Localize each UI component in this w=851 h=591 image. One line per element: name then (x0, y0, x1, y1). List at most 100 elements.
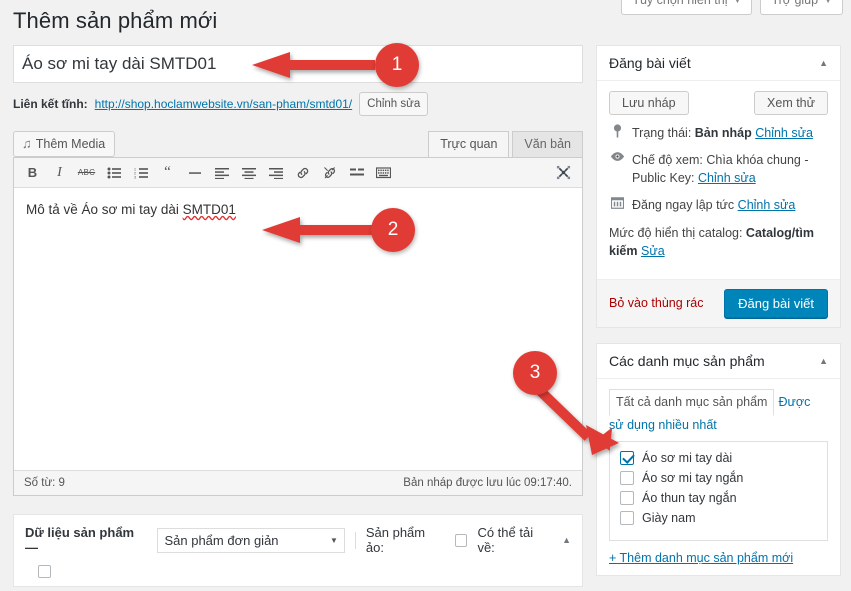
visibility-row: Chế độ xem: Chìa khóa chung - Public Key… (609, 151, 828, 187)
eye-icon (609, 151, 625, 166)
categories-box-title: Các danh mục sản phẩm (609, 352, 765, 369)
help-label: Trợ giúp (771, 0, 819, 7)
chevron-up-icon[interactable]: ▲ (819, 58, 828, 68)
edit-status-link[interactable]: Chỉnh sửa (755, 126, 813, 140)
list-item[interactable]: Áo thun tay ngắn (620, 491, 817, 506)
align-left-icon[interactable] (208, 160, 235, 186)
catalog-label: Mức độ hiển thị catalog: (609, 225, 746, 240)
catalog-visibility-row: Mức độ hiển thị catalog: Catalog/tìm kiế… (609, 224, 828, 260)
move-to-trash-link[interactable]: Bỏ vào thùng rác (609, 296, 704, 310)
status-value: Bản nháp (694, 126, 752, 140)
category-checkbox-ao-so-mi-tay-dai[interactable] (620, 451, 634, 466)
admin-page: Tùy chọn hiển thị ▼ Trợ giúp ▼ Thêm sản … (0, 0, 851, 588)
annotation-marker-1: 1 (375, 43, 419, 87)
chevron-up-icon[interactable]: ▲ (819, 356, 828, 366)
toolbar-toggle-icon[interactable] (370, 160, 397, 186)
tab-all-categories[interactable]: Tất cả danh mục sản phẩm (609, 388, 775, 416)
annotation-number: 3 (529, 362, 541, 383)
product-categories-box: Các danh mục sản phẩm ▲ Tất cả danh mục … (596, 342, 841, 577)
publish-button[interactable]: Đăng bài viết (724, 288, 828, 318)
help-button[interactable]: Trợ giúp ▼ (760, 0, 843, 15)
category-checkbox-ao-thun-tay-ngan[interactable] (620, 491, 634, 506)
screen-options-label: Tùy chọn hiển thị (632, 0, 728, 7)
schedule-text-wrap: Đăng ngay lập tức Chỉnh sửa (632, 196, 795, 214)
post-editor: ♫ Thêm Media Trực quan Văn bản B I ABC 1… (13, 127, 583, 497)
chevron-down-icon: ▼ (329, 535, 338, 545)
product-type-select[interactable]: Sản phẩm đơn giản ▼ (157, 527, 345, 553)
publish-box-body: Lưu nháp Xem thử Trạng thái: Bản nháp Ch… (597, 81, 840, 279)
add-media-label: Thêm Media (35, 136, 106, 151)
virtual-label: Sản phẩm ảo: (365, 525, 426, 556)
chevron-down-icon: ▼ (824, 0, 832, 5)
strikethrough-icon[interactable]: ABC (73, 160, 100, 186)
category-tabs: Tất cả danh mục sản phẩm Được sử dụng nhi… (609, 388, 828, 435)
list-item[interactable]: Áo sơ mi tay ngắn (620, 471, 817, 486)
read-more-icon[interactable] (343, 160, 370, 186)
editor-box: B I ABC 123 “ Mô tả về Áo sơ mi tay dài … (13, 157, 583, 497)
horizontal-rule-icon[interactable] (181, 160, 208, 186)
category-label: Áo sơ mi tay dài (642, 451, 733, 466)
main-column: Liên kết tĩnh: http://shop.hoclamwebsite… (13, 45, 583, 588)
categories-box-body: Tất cả danh mục sản phẩm Được sử dụng nhi… (597, 379, 840, 576)
list-item[interactable]: Giày nam (620, 511, 817, 526)
screen-options-button[interactable]: Tùy chọn hiển thị ▼ (621, 0, 753, 15)
chevron-down-icon: ▼ (733, 0, 742, 5)
edit-catalog-link[interactable]: Sửa (641, 244, 665, 258)
media-icon: ♫ (22, 136, 32, 152)
editor-status-bar: Số từ: 9 Bản nháp được lưu lúc 09:17:40. (14, 470, 582, 496)
downloadable-label: Có thể tải về: (477, 525, 534, 556)
word-count: Số từ: 9 (24, 477, 65, 490)
add-media-button[interactable]: ♫ Thêm Media (13, 131, 116, 158)
publish-box-header: Đăng bài viết ▲ (597, 46, 840, 81)
category-checkbox-ao-so-mi-tay-ngan[interactable] (620, 471, 634, 486)
content-misspelled-word: SMTD01 (182, 202, 236, 218)
publish-box-footer: Bỏ vào thùng rác Đăng bài viết (597, 278, 840, 327)
product-data-title: Dữ liệu sản phẩm — (25, 525, 135, 556)
status-row: Trạng thái: Bản nháp Chỉnh sửa (609, 124, 828, 142)
bulleted-list-icon[interactable] (100, 160, 127, 186)
annotation-number: 1 (391, 54, 403, 75)
schedule-text: Đăng ngay lập tức (632, 198, 735, 213)
preview-button[interactable]: Xem thử (754, 91, 828, 115)
align-right-icon[interactable] (262, 160, 289, 186)
product-data-header: Dữ liệu sản phẩm — Sản phẩm đơn giản ▼ S… (14, 515, 582, 561)
calendar-icon (609, 196, 625, 213)
tab-text[interactable]: Văn bản (512, 130, 583, 158)
editor-content[interactable]: Mô tả về Áo sơ mi tay dài SMTD01 (14, 188, 582, 471)
downloadable-checkbox[interactable] (38, 565, 51, 579)
chevron-up-icon[interactable]: ▲ (562, 535, 571, 545)
tab-visual[interactable]: Trực quan (428, 130, 510, 158)
align-center-icon[interactable] (235, 160, 262, 186)
edit-permalink-button[interactable]: Chỉnh sửa (359, 92, 429, 117)
list-item[interactable]: Áo sơ mi tay dài (620, 451, 817, 466)
catalog-text-wrap: Mức độ hiển thị catalog: Catalog/tìm kiế… (609, 224, 828, 260)
page-title: Thêm sản phẩm mới (13, 8, 218, 33)
sidebar-column: Đăng bài viết ▲ Lưu nháp Xem thử Trạng t… (596, 45, 841, 591)
annotation-marker-2: 2 (371, 208, 415, 252)
save-draft-button[interactable]: Lưu nháp (609, 91, 689, 115)
add-new-category-link[interactable]: + Thêm danh mục sản phẩm mới (609, 551, 828, 565)
status-text: Trạng thái: Bản nháp Chỉnh sửa (632, 124, 813, 142)
visibility-text-wrap: Chế độ xem: Chìa khóa chung - Public Key… (632, 151, 828, 187)
screen-meta-links: Tùy chọn hiển thị ▼ Trợ giúp ▼ (621, 0, 843, 15)
virtual-checkbox[interactable] (454, 533, 468, 547)
category-checkbox-giay-nam[interactable] (620, 511, 634, 526)
numbered-list-icon[interactable]: 123 (127, 160, 154, 186)
category-checklist[interactable]: Áo sơ mi tay dài Áo sơ mi tay ngắn Áo th… (609, 441, 828, 542)
bold-icon[interactable]: B (19, 160, 46, 186)
link-icon[interactable] (289, 160, 316, 186)
product-title-input[interactable] (13, 45, 583, 83)
fullscreen-icon[interactable] (550, 160, 577, 186)
product-data-box: Dữ liệu sản phẩm — Sản phẩm đơn giản ▼ S… (13, 514, 583, 588)
blockquote-icon[interactable]: “ (154, 160, 181, 186)
unlink-icon[interactable] (316, 160, 343, 186)
category-label: Giày nam (642, 511, 696, 526)
permalink-url[interactable]: http://shop.hoclamwebsite.vn/san-pham/sm… (95, 97, 352, 111)
category-label: Áo thun tay ngắn (642, 491, 737, 506)
product-type-value: Sản phẩm đơn giản (164, 532, 279, 548)
edit-schedule-link[interactable]: Chỉnh sửa (738, 198, 796, 212)
publish-box: Đăng bài viết ▲ Lưu nháp Xem thử Trạng t… (596, 45, 841, 328)
italic-icon[interactable]: I (46, 160, 73, 186)
categories-box-header: Các danh mục sản phẩm ▲ (597, 344, 840, 379)
edit-visibility-link[interactable]: Chỉnh sửa (698, 171, 756, 185)
